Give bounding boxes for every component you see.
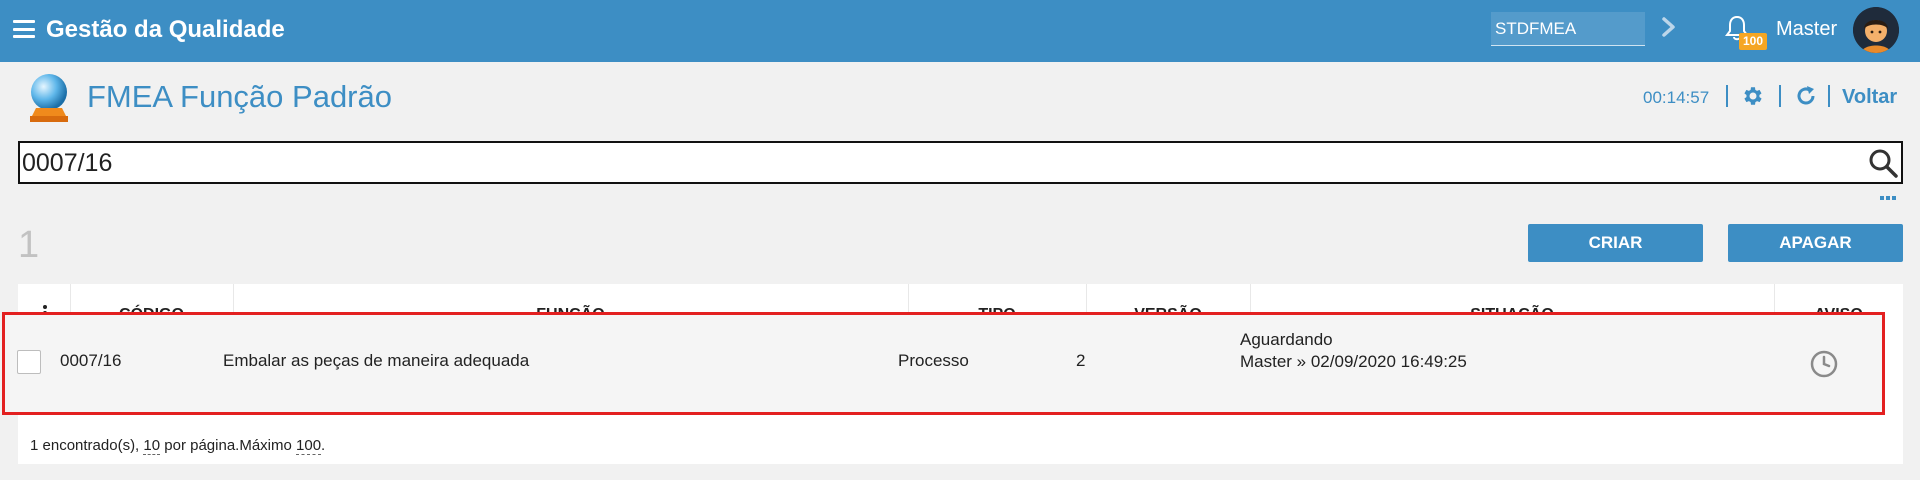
app-title: Gestão da Qualidade: [46, 16, 285, 43]
header-divider: [1779, 85, 1781, 107]
max-value[interactable]: 100: [296, 437, 322, 455]
menu-icon[interactable]: [13, 20, 35, 38]
delete-button[interactable]: APAGAR: [1728, 224, 1903, 262]
cell-tipo: Processo: [898, 351, 969, 370]
result-count: 1: [18, 224, 40, 266]
top-bar: Gestão da Qualidade 100 Master: [0, 0, 1920, 62]
row-checkbox[interactable]: [17, 350, 41, 374]
cell-situacao-detail: Master » 02/09/2020 16:49:25: [1240, 352, 1467, 371]
header-divider: [1726, 85, 1728, 107]
cell-funcao: Embalar as peças de maneira adequada: [223, 351, 530, 370]
table-row[interactable]: 0007/16 Embalar as peças de maneira adeq…: [2, 312, 1885, 415]
cell-situacao-status: Aguardando: [1240, 330, 1333, 349]
back-link[interactable]: Voltar: [1842, 86, 1897, 109]
more-options-icon[interactable]: [1880, 196, 1896, 200]
footer-end: .: [321, 437, 326, 454]
page-title: FMEA Função Padrão: [87, 79, 392, 114]
cell-codigo: 0007/16: [60, 351, 122, 370]
clock-icon[interactable]: [1810, 350, 1838, 378]
user-name[interactable]: Master: [1776, 18, 1837, 41]
avatar[interactable]: [1853, 7, 1899, 53]
search-box: [18, 141, 1903, 184]
gear-icon[interactable]: [1741, 84, 1765, 108]
pagination-info: 1 encontrado(s), 10 por página.Máximo 10…: [30, 437, 326, 455]
chevron-right-icon[interactable]: [1660, 15, 1678, 39]
search-icon[interactable]: [1868, 148, 1898, 178]
create-button[interactable]: CRIAR: [1528, 224, 1703, 262]
module-search-input[interactable]: [1491, 12, 1645, 46]
per-page-label: por página.Máximo: [164, 437, 292, 454]
found-count: 1 encontrado(s),: [30, 437, 140, 454]
header-divider: [1828, 85, 1830, 107]
refresh-icon[interactable]: [1794, 84, 1818, 108]
notification-badge: 100: [1739, 33, 1767, 50]
cell-versao: 2: [1076, 351, 1086, 370]
session-timer: 00:14:57: [1643, 88, 1710, 107]
crystal-ball-icon: [30, 74, 68, 122]
per-page-value[interactable]: 10: [143, 437, 161, 455]
search-input[interactable]: [22, 145, 1842, 181]
user-avatar-icon: [1853, 7, 1899, 53]
